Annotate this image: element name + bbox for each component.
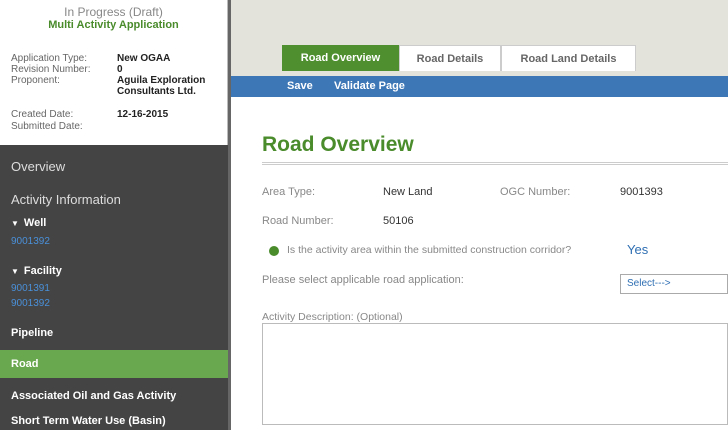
sidebar-item-road[interactable]: Road (0, 350, 228, 378)
caret-down-icon: ▼ (11, 219, 19, 228)
activity-description-label: Activity Description: (Optional) (262, 311, 403, 323)
application-summary-card: In Progress (Draft) Multi Activity Appli… (0, 0, 228, 145)
sidebar-item-facility[interactable]: ▼ Facility (0, 265, 228, 277)
sidebar-item-label: Well (23, 217, 47, 229)
application-title: Multi Activity Application (48, 19, 179, 31)
tab-road-land-details[interactable]: Road Land Details (501, 45, 636, 71)
caret-down-icon: ▼ (11, 267, 19, 276)
ogc-number-label: OGC Number: (500, 186, 571, 198)
sidebar-item-activity-information[interactable]: Activity Information (0, 192, 228, 207)
sidebar-item-pipeline[interactable]: Pipeline (0, 327, 228, 339)
road-number-value: 50106 (383, 215, 414, 227)
title-divider (262, 162, 728, 165)
activity-description-textarea[interactable] (262, 323, 728, 425)
sidebar: In Progress (Draft) Multi Activity Appli… (0, 0, 231, 430)
sidebar-item-well[interactable]: ▼ Well (0, 217, 228, 229)
save-button[interactable]: Save (287, 80, 313, 92)
toolbar: Save Validate Page (231, 76, 728, 97)
validate-page-button[interactable]: Validate Page (334, 80, 405, 92)
info-value: 12-16-2015 (117, 109, 169, 120)
info-label: Application Type: (11, 53, 87, 64)
sidebar-item-short-term-water-use[interactable]: Short Term Water Use (Basin) (0, 415, 228, 427)
tab-road-overview[interactable]: Road Overview (282, 45, 399, 71)
sidebar-item-overview[interactable]: Overview (0, 159, 228, 174)
well-link[interactable]: 9001392 (11, 236, 50, 247)
area-type-label: Area Type: (262, 186, 315, 198)
info-label: Submitted Date: (11, 121, 83, 132)
tab-road-details[interactable]: Road Details (399, 45, 501, 71)
facility-link[interactable]: 9001391 (11, 283, 50, 294)
info-label: Created Date: (11, 109, 74, 120)
info-value: Aguila Exploration Consultants Ltd. (117, 75, 206, 97)
info-label: Proponent: (11, 75, 60, 86)
info-value: New OGAA (117, 53, 171, 64)
application-status: In Progress (Draft) (64, 5, 163, 19)
corridor-answer[interactable]: Yes (627, 242, 648, 257)
sidebar-item-label: Facility (23, 265, 62, 277)
ogc-number-value: 9001393 (620, 186, 663, 198)
info-value: 0 (117, 64, 123, 75)
road-application-label: Please select applicable road applicatio… (262, 274, 464, 286)
area-type-value: New Land (383, 186, 433, 198)
required-indicator-icon (269, 246, 279, 256)
road-number-label: Road Number: (262, 215, 334, 227)
road-application-select[interactable]: Select---> (620, 274, 728, 294)
page-title: Road Overview (262, 133, 414, 156)
corridor-question-label: Is the activity area within the submitte… (287, 244, 572, 256)
facility-link[interactable]: 9001392 (11, 298, 50, 309)
sidebar-item-associated-oil-and-gas-activity[interactable]: Associated Oil and Gas Activity (0, 390, 228, 402)
info-label: Revision Number: (11, 64, 91, 75)
